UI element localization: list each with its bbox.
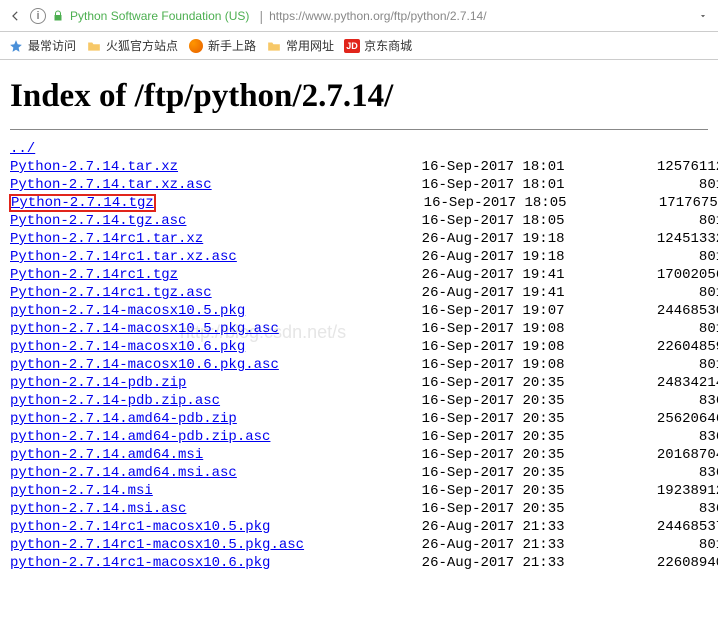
- file-link[interactable]: Python-2.7.14.tgz.asc: [10, 213, 186, 229]
- file-link[interactable]: Python-2.7.14rc1.tar.xz.asc: [10, 249, 237, 265]
- file-link[interactable]: python-2.7.14-macosx10.5.pkg: [10, 303, 245, 319]
- folder-icon: [86, 38, 102, 54]
- file-link[interactable]: Python-2.7.14rc1.tar.xz: [10, 231, 203, 247]
- page-title: Index of /ftp/python/2.7.14/: [10, 78, 708, 115]
- lock-icon: [50, 8, 66, 24]
- file-link[interactable]: python-2.7.14rc1-macosx10.5.pkg.asc: [10, 537, 304, 553]
- file-link[interactable]: Python-2.7.14.tar.xz: [10, 159, 178, 175]
- url-text[interactable]: https://www.python.org/ftp/python/2.7.14…: [269, 9, 486, 23]
- file-link[interactable]: python-2.7.14.msi.asc: [10, 501, 186, 517]
- file-link[interactable]: Python-2.7.14.tar.xz.asc: [10, 177, 212, 193]
- file-link[interactable]: python-2.7.14-macosx10.6.pkg: [10, 339, 245, 355]
- parent-dir-link[interactable]: ../: [10, 141, 35, 157]
- dropdown-icon[interactable]: [698, 8, 714, 24]
- info-icon[interactable]: i: [30, 8, 46, 24]
- bookmark-common-sites[interactable]: 常用网址: [262, 35, 338, 56]
- bookmark-jd[interactable]: JD 京东商城: [340, 35, 416, 56]
- address-bar: i Python Software Foundation (US) | http…: [0, 0, 718, 32]
- bookmark-bar: 最常访问 火狐官方站点 新手上路 常用网址 JD 京东商城: [0, 32, 718, 60]
- back-button[interactable]: [4, 5, 26, 27]
- file-link[interactable]: python-2.7.14-macosx10.6.pkg.asc: [10, 357, 279, 373]
- file-link[interactable]: python-2.7.14-pdb.zip.asc: [10, 393, 220, 409]
- file-link[interactable]: python-2.7.14.amd64-pdb.zip.asc: [10, 429, 270, 445]
- site-identity: Python Software Foundation (US): [70, 9, 249, 23]
- firefox-icon: [188, 38, 204, 54]
- file-link[interactable]: python-2.7.14.amd64.msi.asc: [10, 465, 237, 481]
- arrow-left-icon: [8, 9, 22, 23]
- bookmark-label: 新手上路: [208, 37, 256, 54]
- file-link[interactable]: python-2.7.14rc1-macosx10.5.pkg: [10, 519, 270, 535]
- file-link[interactable]: python-2.7.14rc1-macosx10.6.pkg: [10, 555, 270, 571]
- file-link[interactable]: python-2.7.14.msi: [10, 483, 153, 499]
- file-link[interactable]: python-2.7.14.amd64.msi: [10, 447, 203, 463]
- bookmark-most-visited[interactable]: 最常访问: [4, 35, 80, 56]
- file-link[interactable]: python-2.7.14-pdb.zip: [10, 375, 186, 391]
- divider: [10, 129, 708, 130]
- folder-icon: [266, 38, 282, 54]
- bookmark-firefox-official[interactable]: 火狐官方站点: [82, 35, 182, 56]
- directory-listing: ../ Python-2.7.14.tar.xz 16-Sep-2017 18:…: [10, 140, 708, 572]
- bookmark-label: 常用网址: [286, 37, 334, 54]
- bookmark-label: 火狐官方站点: [106, 37, 178, 54]
- jd-icon: JD: [344, 38, 360, 54]
- file-link[interactable]: Python-2.7.14.tgz: [10, 195, 155, 211]
- bookmark-getting-started[interactable]: 新手上路: [184, 35, 260, 56]
- file-link[interactable]: python-2.7.14-macosx10.5.pkg.asc: [10, 321, 279, 337]
- page-content: Index of /ftp/python/2.7.14/ ../ Python-…: [0, 60, 718, 572]
- separator: |: [259, 8, 263, 24]
- file-link[interactable]: Python-2.7.14rc1.tgz: [10, 267, 178, 283]
- bookmark-label: 最常访问: [28, 37, 76, 54]
- file-link[interactable]: Python-2.7.14rc1.tgz.asc: [10, 285, 212, 301]
- star-icon: [8, 38, 24, 54]
- bookmark-label: 京东商城: [364, 37, 412, 54]
- file-link[interactable]: python-2.7.14.amd64-pdb.zip: [10, 411, 237, 427]
